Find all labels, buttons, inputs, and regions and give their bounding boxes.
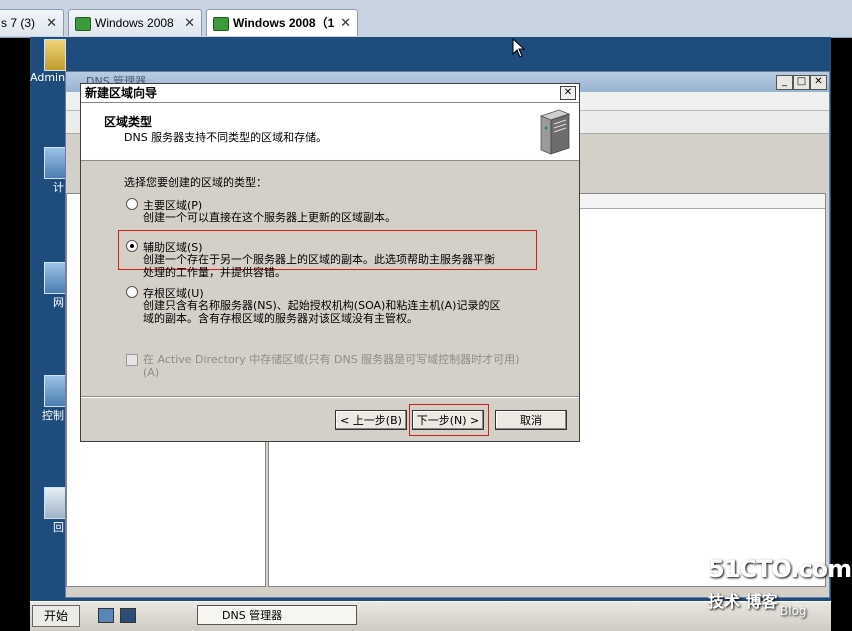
wizard-title: 新建区域向导: [81, 84, 579, 103]
host-tab-3[interactable]: Windows 2008（1 ✕: [206, 9, 358, 36]
stub-zone-radio[interactable]: [126, 286, 138, 298]
close-button[interactable]: ✕: [560, 86, 576, 100]
desktop-icon-label: 控制: [42, 409, 64, 422]
vm-icon: [75, 16, 91, 31]
host-tab-2[interactable]: Windows 2008 ✕: [68, 9, 202, 36]
store-in-ad-label: 在 Active Directory 中存储区域(只有 DNS 服务器是可写域控…: [143, 353, 519, 379]
secondary-zone-desc-line: 处理的工作量，并提供容错。: [143, 266, 286, 279]
computer-icon: [44, 147, 66, 179]
recycle-bin-icon: [44, 487, 66, 519]
server-icon: [539, 109, 571, 155]
store-in-ad-label-line: (A): [143, 366, 160, 379]
server-manager-icon[interactable]: [98, 608, 114, 623]
checkbox-box[interactable]: [126, 354, 138, 366]
minimize-button[interactable]: _: [776, 75, 793, 90]
stub-zone-desc-line: 创建只含有名称服务器(NS)、起始授权机构(SOA)和粘连主机(A)记录的区: [143, 299, 501, 312]
host-tab-1[interactable]: s 7 (3) ✕: [0, 9, 64, 36]
secondary-zone-desc-line: 创建一个存在于另一个服务器上的区域的副本。此选项帮助主服务器平衡: [143, 253, 495, 266]
next-button[interactable]: 下一步(N) >: [412, 410, 484, 430]
desktop-icon-control-panel[interactable]: 控制: [30, 375, 66, 423]
secondary-zone-desc: 创建一个存在于另一个服务器上的区域的副本。此选项帮助主服务器平衡 处理的工作量，…: [143, 253, 495, 279]
cancel-button[interactable]: 取消: [495, 410, 567, 430]
wizard-header-subtitle: DNS 服务器支持不同类型的区域和存储。: [124, 131, 328, 144]
host-tab-bar: s 7 (3) ✕ Windows 2008 ✕ Windows 2008（1 …: [0, 0, 852, 38]
back-button[interactable]: < 上一步(B): [335, 410, 407, 430]
close-button[interactable]: ✕: [810, 75, 827, 90]
watermark-logo: 51CTO.com: [708, 555, 852, 583]
desktop-icon-network[interactable]: 网: [30, 262, 66, 310]
watermark-blog: Blog: [780, 604, 807, 618]
desktop-icon-admin[interactable]: Admin: [30, 39, 66, 84]
start-label: 开始: [43, 609, 68, 623]
close-icon[interactable]: ✕: [340, 10, 351, 36]
desktop-icon-computer[interactable]: 计: [30, 147, 66, 195]
close-icon[interactable]: ✕: [46, 10, 57, 36]
control-panel-icon: [44, 375, 66, 407]
vm-icon: [213, 16, 229, 31]
mouse-cursor-icon: [512, 38, 526, 58]
desktop-icon-label: Admin: [30, 71, 66, 84]
taskbar-item-label: DNS 管理器: [222, 609, 283, 622]
host-tab-3-label: Windows 2008（1: [233, 16, 335, 30]
taskbar-item-dns-manager[interactable]: DNS 管理器: [197, 605, 357, 625]
desktop-icon-label: 计: [53, 181, 64, 194]
watermark-subtitle: 技术 博客: [708, 592, 778, 611]
close-icon[interactable]: ✕: [184, 10, 195, 36]
wizard-header: 区域类型 DNS 服务器支持不同类型的区域和存储。: [81, 103, 579, 161]
start-button[interactable]: 开始: [32, 605, 80, 627]
primary-zone-desc-line: 创建一个可以直接在这个服务器上更新的区域副本。: [143, 211, 396, 224]
new-zone-wizard-dialog: 新建区域向导 ✕ 区域类型 DNS 服务器支持不同类型的区域和存储。 选择您要创…: [80, 83, 580, 442]
host-tab-2-label: Windows 2008: [95, 16, 174, 30]
folder-icon: [44, 39, 66, 71]
zone-type-prompt: 选择您要创建的区域的类型：: [124, 176, 267, 189]
desktop-icon-label: 网: [53, 296, 64, 309]
primary-zone-radio[interactable]: [126, 198, 138, 210]
wizard-header-title: 区域类型: [104, 115, 153, 129]
primary-zone-desc: 创建一个可以直接在这个服务器上更新的区域副本。: [143, 211, 396, 224]
secondary-zone-radio[interactable]: [126, 240, 138, 252]
desktop-icon-label: 回: [53, 521, 64, 534]
stub-zone-desc-line: 域的副本。含有存根区域的服务器对该区域没有主管权。: [143, 312, 418, 325]
desktop-icon-recycle-bin[interactable]: 回: [30, 487, 66, 535]
wizard-separator: [81, 396, 579, 398]
host-tab-1-label: s 7 (3): [1, 16, 36, 30]
powershell-icon[interactable]: [120, 608, 136, 623]
network-icon: [44, 262, 66, 294]
maximize-button[interactable]: □: [793, 75, 810, 90]
store-in-ad-label-line: 在 Active Directory 中存储区域(只有 DNS 服务器是可写域控…: [143, 353, 520, 366]
stub-zone-desc: 创建只含有名称服务器(NS)、起始授权机构(SOA)和粘连主机(A)记录的区 域…: [143, 299, 500, 325]
